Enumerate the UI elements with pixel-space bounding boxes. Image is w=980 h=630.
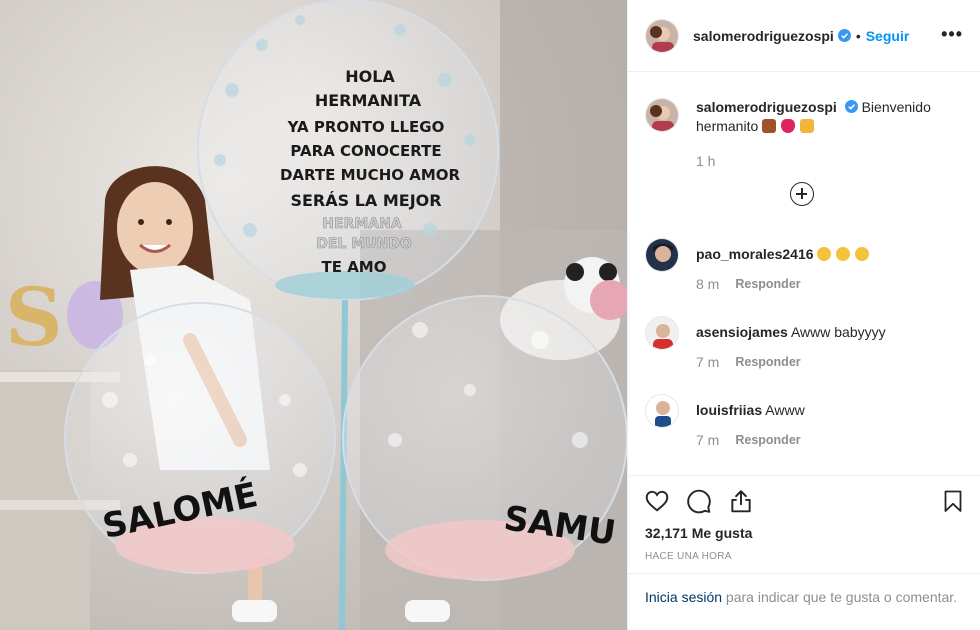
comment-body: pao_morales2416	[696, 238, 966, 272]
comment-text: Awww babyyyy	[790, 324, 886, 340]
svg-text:SERÁS LA MEJOR: SERÁS LA MEJOR	[290, 191, 441, 210]
svg-text:S: S	[5, 270, 63, 364]
comment-time: 7 m	[696, 432, 720, 448]
comment-time: 8 m	[696, 276, 720, 292]
login-link[interactable]: Inicia sesión	[645, 589, 722, 605]
svg-text:HERMANA: HERMANA	[322, 216, 402, 232]
reply-button[interactable]: Responder	[735, 277, 800, 291]
avatar[interactable]	[645, 394, 679, 428]
comment-item: pao_morales2416	[645, 238, 966, 272]
svg-text:PARA CONOCERTE: PARA CONOCERTE	[290, 142, 441, 160]
comment-text: Awww	[765, 402, 805, 418]
avatar[interactable]	[645, 316, 679, 350]
load-more-comments-icon[interactable]	[790, 182, 814, 206]
verified-badge-icon	[837, 29, 851, 42]
avatar[interactable]	[645, 98, 679, 132]
share-icon[interactable]	[728, 488, 754, 514]
caption-emojis	[762, 118, 815, 134]
comment-username[interactable]: asensiojames	[696, 324, 788, 340]
photo-illustration: S HOLA HERMANITA YA PRONTO LLEGO PARA CO…	[0, 0, 627, 630]
follow-button[interactable]: Seguir	[866, 28, 910, 44]
svg-text:HERMANITA: HERMANITA	[315, 91, 422, 110]
verified-badge-icon	[844, 100, 858, 113]
comment-emojis	[817, 246, 870, 262]
comment-meta: 8 m Responder	[696, 276, 801, 292]
post-header: salomerodriguezospi • Seguir •••	[628, 0, 980, 72]
instagram-post: S HOLA HERMANITA YA PRONTO LLEGO PARA CO…	[0, 0, 980, 630]
astonished-emoji-icon	[836, 247, 851, 261]
comments-section: salomerodriguezospi Bienvenido hermanito…	[628, 73, 980, 475]
caption-meta: 1 h	[696, 153, 715, 169]
comment-meta: 7 m Responder	[696, 432, 801, 448]
post-timestamp: HACE UNA HORA	[645, 551, 732, 562]
svg-text:DARTE MUCHO AMOR: DARTE MUCHO AMOR	[280, 166, 461, 184]
username-link[interactable]: salomerodriguezospi	[693, 28, 834, 44]
separator-dot: •	[855, 27, 861, 44]
svg-text:YA PRONTO LLEGO: YA PRONTO LLEGO	[287, 118, 445, 136]
reply-button[interactable]: Responder	[735, 355, 800, 369]
family-emoji-icon	[762, 119, 777, 133]
likes-count[interactable]: 32,171 Me gusta	[645, 525, 752, 541]
svg-text:DEL MUNDO: DEL MUNDO	[316, 236, 412, 252]
comment-icon[interactable]	[686, 488, 712, 514]
svg-text:TE AMO: TE AMO	[322, 258, 387, 276]
avatar[interactable]	[645, 238, 679, 272]
heart-emoji-icon	[781, 119, 796, 133]
comment-item: louisfriias Awww	[645, 394, 966, 428]
caption-username[interactable]: salomerodriguezospi	[696, 99, 837, 115]
avatar[interactable]	[645, 18, 679, 53]
comment-username[interactable]: pao_morales2416	[696, 246, 814, 262]
comment-username[interactable]: louisfriias	[696, 402, 762, 418]
comment-meta: 7 m Responder	[696, 354, 801, 370]
more-options-icon[interactable]: •••	[941, 24, 963, 45]
caption-time: 1 h	[696, 153, 716, 169]
heart-icon[interactable]	[644, 488, 670, 514]
post-photo[interactable]: S HOLA HERMANITA YA PRONTO LLEGO PARA CO…	[0, 0, 627, 630]
post-actions: 32,171 Me gusta HACE UNA HORA	[628, 475, 980, 573]
caption: salomerodriguezospi Bienvenido hermanito	[645, 98, 966, 136]
praying-hands-emoji-icon	[799, 119, 814, 133]
astonished-emoji-icon	[855, 247, 870, 261]
reply-button[interactable]: Responder	[735, 433, 800, 447]
comment-item: asensiojames Awww babyyyy	[645, 316, 966, 350]
post-side-panel: salomerodriguezospi • Seguir ••• salomer…	[627, 0, 980, 630]
comment-body: louisfriias Awww	[696, 394, 966, 428]
login-prompt: Inicia sesión para indicar que te gusta …	[628, 573, 980, 630]
comment-time: 7 m	[696, 354, 720, 370]
grimacing-emoji-icon	[817, 247, 832, 261]
svg-text:HOLA: HOLA	[345, 67, 395, 86]
caption-body: salomerodriguezospi Bienvenido hermanito	[696, 98, 966, 136]
bookmark-icon[interactable]	[941, 488, 965, 514]
comment-body: asensiojames Awww babyyyy	[696, 316, 966, 350]
login-prompt-text: para indicar que te gusta o comentar.	[722, 589, 958, 605]
